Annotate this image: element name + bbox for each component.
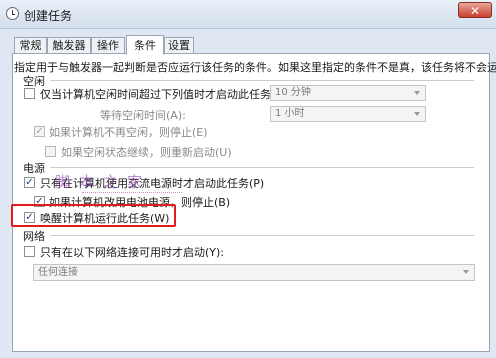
window-title: 创建任务 (24, 9, 73, 23)
stop-if-not-idle-checkbox[interactable]: ✓ (34, 126, 45, 137)
clock-icon (6, 7, 19, 20)
watermark-text: 脚本之家 (55, 173, 152, 191)
network-connection-select[interactable]: 任何连接 (33, 264, 475, 281)
network-checkbox[interactable] (24, 246, 35, 257)
ac-power-checkbox[interactable]: ✓ (24, 177, 35, 188)
tab-actions[interactable]: 操作 (91, 37, 125, 54)
restart-if-idle-checkbox[interactable] (45, 146, 56, 157)
tab-conditions[interactable]: 条件 (126, 35, 164, 55)
section-power: 电源 (23, 162, 45, 175)
wait-label: 等待空闲时间(A): (100, 109, 186, 122)
idle-start-label: 仅当计算机空闲时间超过下列值时才启动此任务(C): (40, 88, 291, 101)
chevron-down-icon (414, 91, 420, 95)
wait-duration-select[interactable]: 1 小时 (270, 106, 426, 122)
chevron-down-icon (414, 112, 420, 116)
network-connection-value: 任何连接 (38, 267, 78, 278)
stop-if-not-idle-label: 如果计算机不再空闲，则停止(E) (49, 126, 208, 139)
wait-duration-value: 1 小时 (275, 108, 305, 119)
close-button[interactable]: ✕ (458, 2, 492, 18)
description-text: 指定用于与触发器一起判断是否应运行该任务的条件。如果这里指定的条件不是真，该任务… (14, 61, 496, 74)
title-bar: 创建任务 ✕ (0, 0, 496, 29)
highlight-box (11, 204, 176, 227)
tab-settings[interactable]: 设置 (164, 37, 194, 54)
tab-general[interactable]: 常规 (14, 37, 47, 54)
idle-start-checkbox[interactable] (24, 88, 35, 99)
idle-duration-value: 10 分钟 (275, 87, 311, 98)
restart-if-idle-label: 如果空闲状态继续，则重新启动(U) (61, 146, 232, 159)
section-network: 网络 (23, 230, 45, 243)
divider (50, 167, 474, 168)
divider (50, 235, 474, 236)
watermark-underline (82, 192, 182, 194)
network-label: 只有在以下网络连接可用时才启动(Y): (40, 246, 225, 259)
divider (50, 80, 474, 81)
idle-duration-select[interactable]: 10 分钟 (270, 85, 426, 101)
chevron-down-icon (463, 270, 469, 274)
tab-triggers[interactable]: 触发器 (47, 37, 91, 54)
